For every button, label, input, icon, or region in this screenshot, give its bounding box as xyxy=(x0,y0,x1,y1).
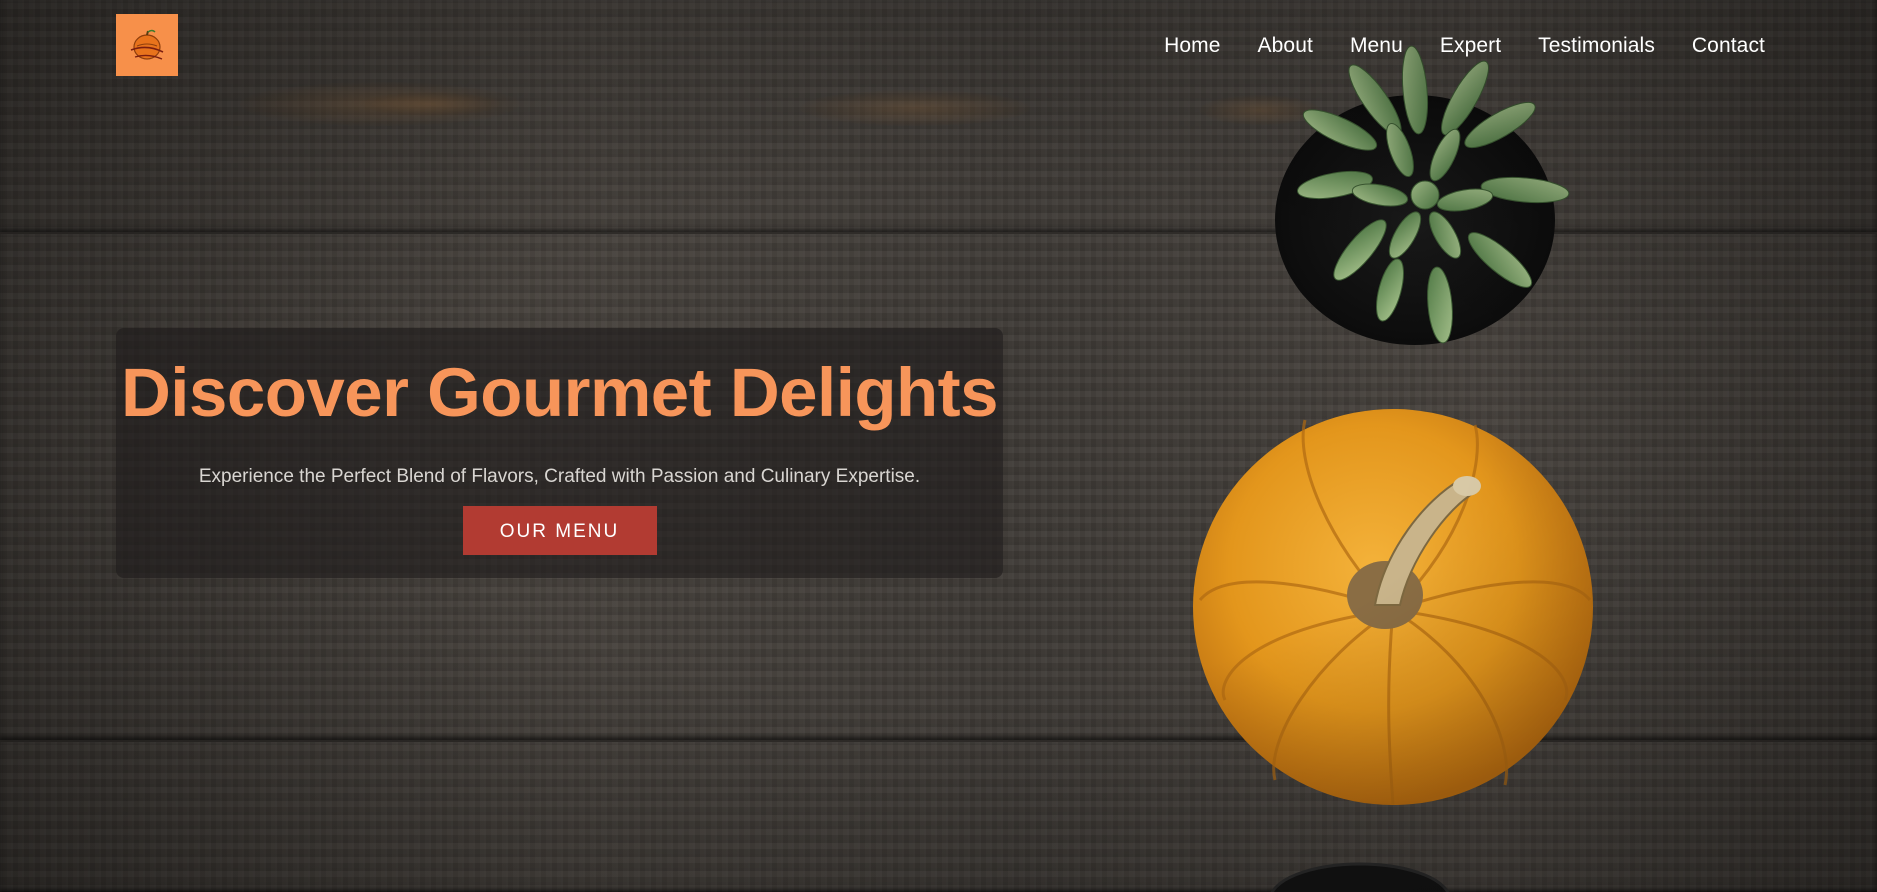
pumpkin-image xyxy=(1193,409,1593,806)
nav-link-expert[interactable]: Expert xyxy=(1440,34,1501,58)
wood-knot xyxy=(800,90,1030,126)
nav-link-home[interactable]: Home xyxy=(1164,34,1220,58)
nav-link-contact[interactable]: Contact xyxy=(1692,34,1765,58)
nav-link-about[interactable]: About xyxy=(1258,34,1313,58)
nav-link-menu[interactable]: Menu xyxy=(1350,34,1403,58)
succulent-plant-image xyxy=(1275,45,1570,345)
our-menu-button[interactable]: OUR MENU xyxy=(462,506,657,555)
hero-title: Discover Gourmet Delights xyxy=(120,354,999,431)
pot-rim-image xyxy=(1270,862,1450,892)
wood-knot xyxy=(360,92,500,116)
main-nav: Home About Menu Expert Testimonials Cont… xyxy=(1164,34,1765,58)
hero-section: Home About Menu Expert Testimonials Cont… xyxy=(0,0,1877,892)
hero-content-box: Discover Gourmet Delights Experience the… xyxy=(116,328,1003,578)
site-logo[interactable] xyxy=(116,14,178,76)
nav-link-testimonials[interactable]: Testimonials xyxy=(1538,34,1655,58)
pumpkin-logo-icon xyxy=(130,29,164,60)
hero-subtitle: Experience the Perfect Blend of Flavors,… xyxy=(198,466,921,487)
